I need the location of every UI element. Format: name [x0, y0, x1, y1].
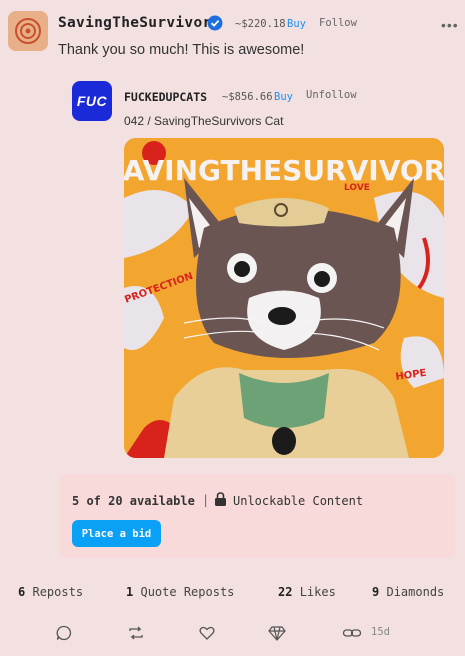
comment-icon[interactable] [55, 624, 73, 642]
repost-icon[interactable] [127, 624, 145, 642]
unfollow-button[interactable]: Unfollow [306, 89, 357, 101]
reposts-label: Reposts [32, 585, 84, 599]
likes-label: Likes [299, 585, 336, 599]
coin-price: ~$220.18 [235, 18, 286, 30]
likes-stat[interactable]: 22 Likes [278, 585, 336, 599]
reposts-stat[interactable]: 6 Reposts [18, 585, 83, 599]
username[interactable]: SavingTheSurvivors [58, 15, 221, 31]
follow-button[interactable]: Follow [319, 17, 357, 29]
heart-icon[interactable] [198, 624, 216, 642]
quote-reposts-stat[interactable]: 1 Quote Reposts [126, 585, 234, 599]
divider: | [202, 493, 210, 507]
quote-reposts-count: 1 [126, 585, 134, 599]
reposts-count: 6 [18, 585, 26, 599]
verified-icon [207, 15, 223, 31]
cat-illustration: SAVINGTHESURVIVORS LOVE PROTECTION HOPE [124, 138, 444, 458]
quote-avatar[interactable]: FUC [72, 81, 112, 121]
avatar[interactable] [8, 11, 48, 51]
more-options-icon[interactable]: ••• [441, 17, 459, 33]
diamonds-label: Diamonds [386, 585, 445, 599]
image-word-1: SAVINGTHESURVIVORS [124, 154, 444, 187]
post-timestamp: 15d [371, 626, 390, 638]
nft-title: 042 / SavingTheSurvivors Cat [124, 114, 284, 128]
unlockable-content-label: Unlockable Content [233, 494, 364, 508]
nft-image[interactable]: SAVINGTHESURVIVORS LOVE PROTECTION HOPE [124, 138, 444, 458]
post-text: Thank you so much! This is awesome! [58, 42, 305, 58]
likes-count: 22 [278, 585, 293, 599]
image-word-2: LOVE [344, 183, 370, 193]
lock-icon [215, 492, 226, 506]
quote-coin-price: ~$856.66 [222, 91, 273, 103]
quote-username[interactable]: FUCKEDUPCATS [124, 90, 207, 104]
diamond-icon[interactable] [268, 624, 286, 642]
diamonds-count: 9 [372, 585, 380, 599]
avatar-image [8, 11, 48, 51]
quote-reposts-label: Quote Reposts [140, 585, 235, 599]
place-bid-button[interactable]: Place a bid [72, 520, 161, 547]
diamonds-stat[interactable]: 9 Diamonds [372, 585, 444, 599]
buy-link[interactable]: Buy [287, 18, 306, 30]
link-icon[interactable] [342, 624, 362, 642]
available-count: 5 of 20 available [72, 494, 195, 508]
quote-buy-link[interactable]: Buy [274, 91, 293, 103]
